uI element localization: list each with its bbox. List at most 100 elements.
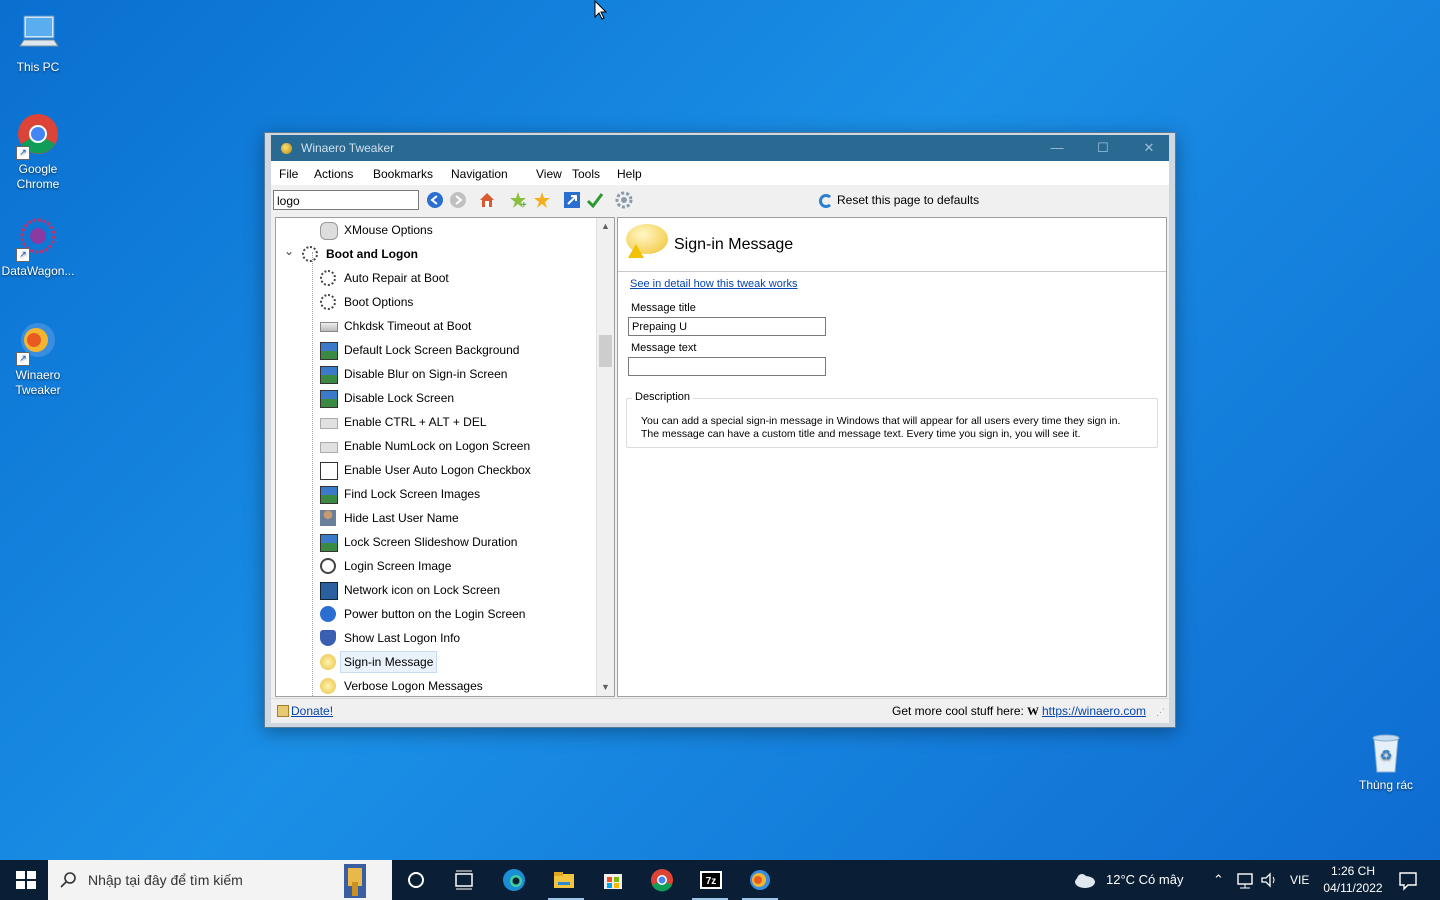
taskbar-search[interactable]: Nhập tại đây để tìm kiếm xyxy=(48,860,392,900)
menu-view[interactable]: View xyxy=(536,167,562,181)
minimize-button[interactable]: — xyxy=(1037,138,1077,158)
resize-grip-icon[interactable]: ⋰ xyxy=(1156,707,1165,718)
tree-item[interactable]: Boot Options xyxy=(276,291,596,313)
menu-file[interactable]: File xyxy=(279,167,298,181)
tree-item-label: Auto Repair at Boot xyxy=(344,271,449,285)
clock-time: 1:26 CH xyxy=(1330,864,1376,878)
store-icon[interactable] xyxy=(601,868,625,892)
chevron-up-icon[interactable]: ⌃ xyxy=(1213,860,1224,900)
tree-item-label: Boot Options xyxy=(344,295,414,309)
tree-item[interactable]: XMouse Options xyxy=(276,219,596,241)
bookmarks-star-icon[interactable] xyxy=(533,191,551,209)
winaero-icon: ↗ xyxy=(14,318,62,366)
message-title-input[interactable]: Prepaing U xyxy=(628,317,826,336)
reset-page-button[interactable]: Reset this page to defaults xyxy=(819,191,979,209)
tree-item-label: Enable CTRL + ALT + DEL xyxy=(344,415,487,429)
winaero-link[interactable]: https://winaero.com xyxy=(1042,704,1146,718)
network-icon[interactable] xyxy=(1234,868,1258,892)
start-windows-icon[interactable] xyxy=(14,868,38,892)
tree-item[interactable]: Hide Last User Name xyxy=(276,507,596,529)
desktop-icon-this-pc[interactable]: This PC xyxy=(0,10,76,75)
description-text: You can add a special sign-in message in… xyxy=(641,415,1151,441)
language-indicator[interactable]: VIE xyxy=(1290,860,1309,900)
tree-item[interactable]: Enable User Auto Logon Checkbox xyxy=(276,459,596,481)
scroll-thumb[interactable] xyxy=(599,335,612,367)
collapse-chevron-icon[interactable]: ⌄ xyxy=(284,240,294,262)
window-body: File Actions Bookmarks Navigation View T… xyxy=(271,161,1169,723)
chrome-taskbar-icon[interactable] xyxy=(650,868,674,892)
7zip-icon[interactable]: 7z xyxy=(699,868,723,892)
desktop-icon-recycle-bin[interactable]: ♻ Thùng rác xyxy=(1348,728,1424,793)
tree-guide-line xyxy=(312,252,313,696)
menu-actions[interactable]: Actions xyxy=(314,167,353,181)
menu-help[interactable]: Help xyxy=(617,167,642,181)
back-icon[interactable] xyxy=(426,191,444,209)
tree-item[interactable]: Auto Repair at Boot xyxy=(276,267,596,289)
home-icon[interactable] xyxy=(478,191,496,209)
cloud-weather-icon[interactable] xyxy=(1072,868,1096,892)
winaero-taskbar-icon[interactable] xyxy=(748,868,772,892)
scroll-up-icon[interactable]: ▲ xyxy=(597,218,614,235)
menu-bookmarks[interactable]: Bookmarks xyxy=(373,167,433,181)
description-line: You can add a special sign-in message in… xyxy=(641,415,1121,427)
status-text: Get more cool stuff here: xyxy=(892,704,1024,718)
clock[interactable]: 1:26 CH 04/11/2022 xyxy=(1318,863,1388,897)
weather-text[interactable]: 12°C Có mây xyxy=(1106,860,1183,900)
donate-link[interactable]: Donate! xyxy=(291,704,333,718)
tree-item[interactable]: Enable NumLock on Logon Screen xyxy=(276,435,596,457)
tree-item[interactable]: Login Screen Image xyxy=(276,555,596,577)
tree-item[interactable]: Enable CTRL + ALT + DEL xyxy=(276,411,596,433)
power-icon xyxy=(320,606,336,622)
message-text-label: Message text xyxy=(631,342,697,354)
add-bookmark-icon[interactable]: + xyxy=(509,191,527,209)
title-bar[interactable]: Winaero Tweaker — ☐ ✕ xyxy=(271,135,1169,161)
tree-item[interactable]: Disable Blur on Sign-in Screen xyxy=(276,363,596,385)
toolbar: logo + Reset this page to defaults xyxy=(271,185,1169,215)
task-view-icon[interactable] xyxy=(452,868,476,892)
keyboard-icon xyxy=(320,418,338,429)
edge-icon[interactable] xyxy=(502,868,526,892)
tree-item[interactable]: Find Lock Screen Images xyxy=(276,483,596,505)
tweak-page: Sign-in Message See in detail how this t… xyxy=(617,217,1167,697)
apply-check-icon[interactable] xyxy=(586,191,604,209)
tree-item[interactable]: Network icon on Lock Screen xyxy=(276,579,596,601)
menu-navigation[interactable]: Navigation xyxy=(451,167,508,181)
volume-icon[interactable] xyxy=(1258,868,1282,892)
file-explorer-icon[interactable] xyxy=(552,868,576,892)
desktop-icon-chrome[interactable]: ↗ Google Chrome xyxy=(0,112,76,192)
tree-item[interactable]: Verbose Logon Messages xyxy=(276,675,596,696)
desktop-icon-winaero[interactable]: ↗ Winaero Tweaker xyxy=(0,318,76,398)
tree-category[interactable]: ⌄ Boot and Logon xyxy=(276,243,596,265)
warning-icon xyxy=(628,244,644,258)
forward-icon[interactable] xyxy=(449,191,467,209)
tree-item-label: Disable Blur on Sign-in Screen xyxy=(344,367,508,381)
tree-scrollbar[interactable]: ▲ ▼ xyxy=(596,218,614,696)
cortana-icon[interactable] xyxy=(404,868,428,892)
description-line: The message can have a custom title and … xyxy=(641,428,1081,440)
search-input[interactable]: logo xyxy=(273,190,419,210)
shortcut-icon[interactable] xyxy=(563,191,581,209)
tree-item[interactable]: Default Lock Screen Background xyxy=(276,339,596,361)
maximize-button[interactable]: ☐ xyxy=(1083,138,1123,158)
tree-item-label: Chkdsk Timeout at Boot xyxy=(344,319,472,333)
notification-icon[interactable] xyxy=(1396,868,1420,892)
description-group: You can add a special sign-in message in… xyxy=(626,398,1158,448)
tree-item[interactable]: Disable Lock Screen xyxy=(276,387,596,409)
tree-item-label: Disable Lock Screen xyxy=(344,391,455,405)
mouse-icon xyxy=(320,222,338,240)
tree-item-label: Sign-in Message xyxy=(340,651,438,673)
tree-item[interactable]: Show Last Logon Info xyxy=(276,627,596,649)
message-text-input[interactable] xyxy=(628,357,826,376)
close-button[interactable]: ✕ xyxy=(1129,138,1169,158)
details-link[interactable]: See in detail how this tweak works xyxy=(630,278,798,290)
menu-bar: File Actions Bookmarks Navigation View T… xyxy=(271,161,1169,185)
menu-tools[interactable]: Tools xyxy=(572,167,600,181)
settings-gear-icon[interactable] xyxy=(615,191,633,209)
desktop-icon-datawagon[interactable]: ↗ DataWagon... xyxy=(0,214,76,279)
tree-item[interactable]: Power button on the Login Screen xyxy=(276,603,596,625)
tree-item[interactable]: Lock Screen Slideshow Duration xyxy=(276,531,596,553)
tree-item[interactable]: Chkdsk Timeout at Boot xyxy=(276,315,596,337)
scroll-down-icon[interactable]: ▼ xyxy=(597,679,614,696)
tree-item[interactable]: Sign-in Message xyxy=(276,651,596,673)
desktop-icon-label: Winaero Tweaker xyxy=(15,368,61,397)
